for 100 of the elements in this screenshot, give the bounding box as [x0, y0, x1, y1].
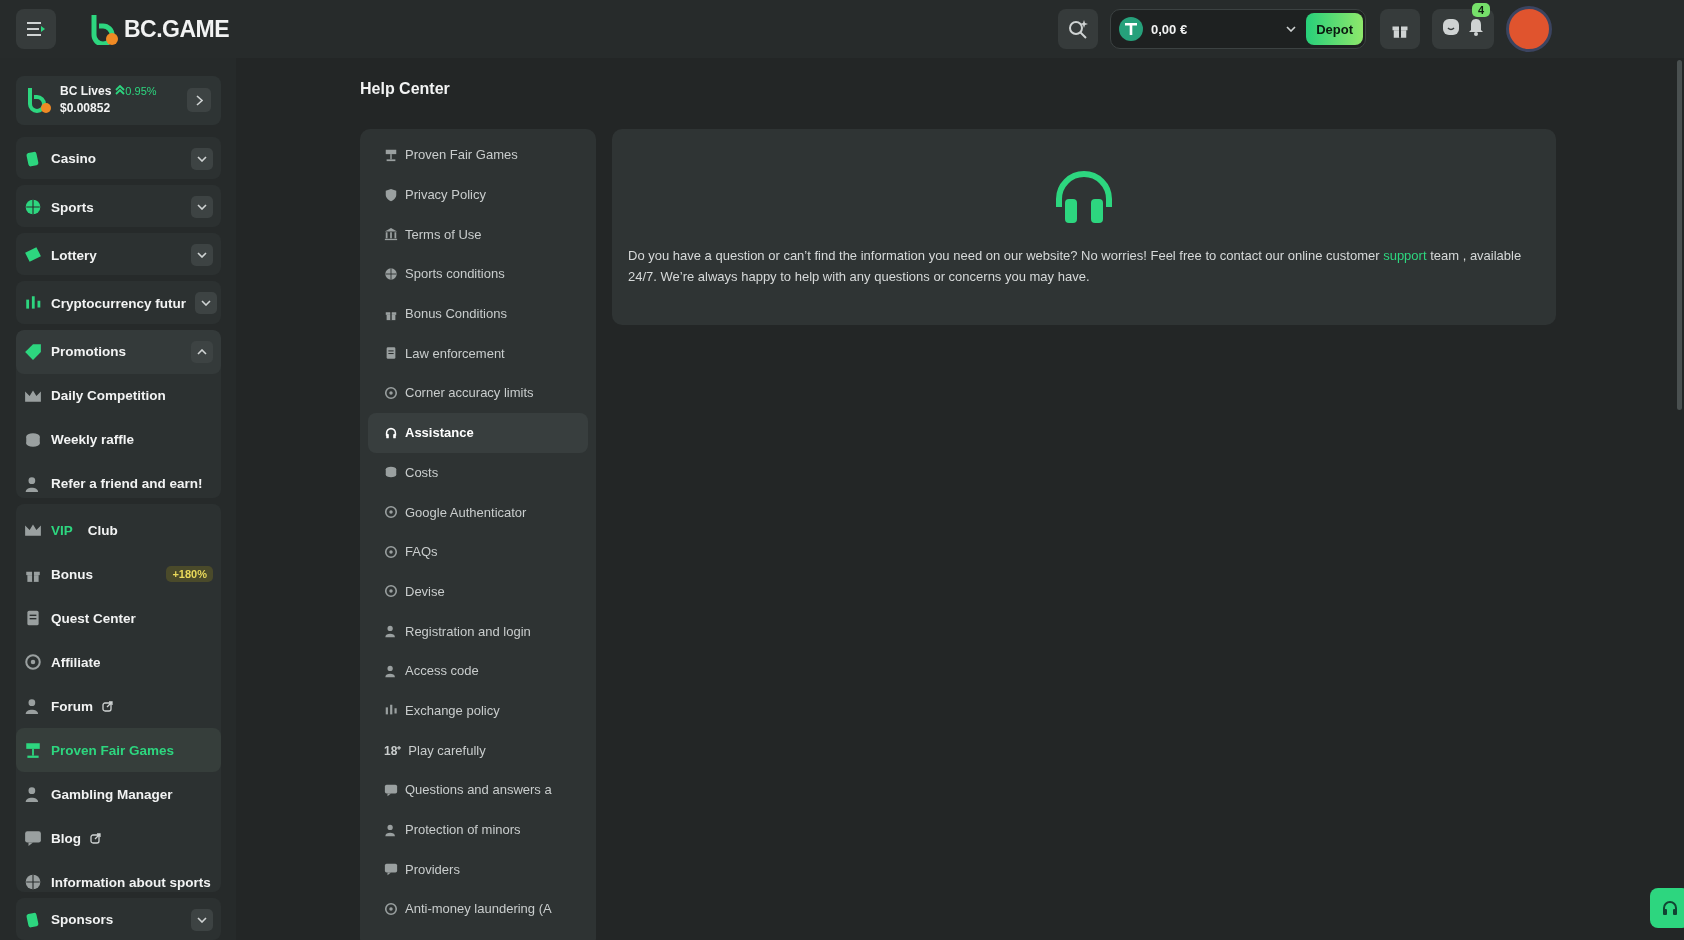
help-menu-item[interactable]: Access code	[368, 650, 588, 691]
avatar[interactable]	[1506, 6, 1552, 52]
sidebar-item[interactable]: Forum	[16, 684, 221, 729]
document-icon	[24, 609, 42, 628]
item-label: Registration and login	[405, 623, 531, 639]
item-label: Daily Competition	[51, 388, 166, 404]
help-menu-item[interactable]: Corner accuracy limits	[368, 373, 588, 413]
coin-icon	[1119, 17, 1143, 41]
sidebar-item[interactable]: Promotions	[16, 329, 221, 374]
item-label: Bonus	[51, 566, 93, 582]
coins-icon	[24, 430, 42, 449]
sidebar-item[interactable]: Affiliate	[16, 640, 221, 685]
circle-icon	[384, 901, 398, 916]
help-menu-item[interactable]: Law enforcement	[368, 333, 588, 374]
item-label: Protection of minors	[405, 822, 521, 838]
help-menu-item[interactable]: Devise	[368, 571, 588, 612]
page-title: Help Center	[360, 80, 451, 98]
chat-icon	[384, 782, 398, 797]
help-menu-item[interactable]: Assistance	[368, 412, 588, 453]
sidebar-item[interactable]: Bonus +180%	[16, 552, 221, 597]
sidebar-item[interactable]: Lottery	[16, 233, 221, 276]
support-button[interactable]	[1650, 888, 1684, 928]
search-button[interactable]	[1058, 9, 1098, 49]
help-menu-item[interactable]: Google Authenticator	[368, 492, 588, 532]
menu-icon	[27, 22, 45, 36]
ball-icon	[384, 266, 398, 281]
support-link[interactable]: support	[1383, 248, 1427, 263]
collapse-button[interactable]	[191, 340, 213, 363]
sidebar-item[interactable]: Gambling Manager	[16, 772, 221, 817]
wallet-selector[interactable]: 0,00 € Depot	[1110, 9, 1366, 49]
item-label: Weekly raffle	[51, 432, 135, 448]
item-label: Information about sports	[51, 874, 211, 890]
notification-count: 4	[1471, 3, 1490, 17]
help-menu-item[interactable]: Exchange policy	[368, 690, 588, 731]
chat-icon	[1442, 18, 1460, 36]
sidebar-item[interactable]: Sponsors	[16, 897, 221, 940]
help-menu-item[interactable]: Sports conditions	[368, 254, 588, 294]
age-label: 18⁺	[384, 742, 402, 759]
item-label: Lottery	[51, 247, 98, 263]
expand-button[interactable]	[191, 244, 213, 267]
help-menu-item[interactable]: Privacy Policy	[368, 174, 588, 215]
sidebar-item[interactable]: Blog	[16, 816, 221, 861]
up-arrow-icon	[115, 85, 126, 96]
expand-button[interactable]	[191, 908, 213, 931]
chevron-down-icon	[197, 252, 207, 259]
help-menu-item[interactable]: Proven Fair Games	[368, 135, 588, 175]
sidebar-item[interactable]: Sports	[16, 185, 221, 228]
expand-button[interactable]	[195, 292, 218, 315]
item-label: Questions and answers a	[405, 782, 552, 798]
help-menu-item[interactable]: Questions and answers a	[368, 770, 588, 810]
item-label: Anti-money laundering (A	[405, 901, 552, 917]
sidebar-item[interactable]: Proven Fair Games	[16, 728, 221, 773]
item-label: Affiliate	[51, 654, 101, 670]
help-menu-item[interactable]: Costs	[368, 452, 588, 493]
item-label: Sports conditions	[405, 266, 505, 282]
expand-button[interactable]	[191, 147, 213, 170]
help-menu-item[interactable]: Providers	[368, 849, 588, 890]
chat-icon	[384, 862, 398, 877]
chevron-up-icon	[197, 348, 207, 355]
sidebar-item[interactable]: Weekly raffle	[16, 417, 221, 462]
document-icon	[384, 346, 398, 361]
item-label: Casino	[51, 151, 97, 167]
help-menu-item[interactable]: 18⁺ Play carefully	[368, 730, 588, 770]
circle-icon	[384, 385, 398, 400]
item-label: Cryptocurrency futur	[51, 295, 187, 311]
gift-button[interactable]	[1380, 9, 1420, 49]
chevron-down-icon	[197, 155, 207, 162]
circle-icon	[384, 505, 398, 520]
sidebar-item[interactable]: Refer a friend and earn!	[16, 461, 221, 499]
item-label: Terms of Use	[405, 226, 482, 242]
help-menu-item[interactable]: Bonus Conditions	[368, 293, 588, 334]
chevron-down-icon	[201, 300, 212, 307]
tag-icon	[24, 342, 42, 361]
sidebar-item[interactable]: VIP Club	[16, 508, 221, 553]
chevron-right-icon	[195, 94, 203, 106]
sidebar-item[interactable]: Daily Competition	[16, 373, 221, 418]
help-menu-item[interactable]: Protection of minors	[368, 809, 588, 850]
item-label: Gambling Manager	[51, 786, 173, 802]
item-label: FAQs	[405, 544, 438, 560]
coins-icon	[384, 465, 398, 480]
bonus-badge: +180%	[166, 566, 213, 583]
menu-button[interactable]	[16, 9, 56, 49]
expand-button[interactable]	[187, 88, 211, 113]
help-menu-item[interactable]: FAQs	[368, 531, 588, 572]
expand-button[interactable]	[191, 196, 213, 219]
circle-icon	[24, 653, 42, 672]
deposit-button[interactable]: Depot	[1306, 13, 1363, 45]
help-menu-item[interactable]: Terms of Use	[368, 214, 588, 255]
sidebar-item[interactable]: Cryptocurrency futur	[16, 281, 221, 324]
help-menu-item[interactable]: Anti-money laundering (A	[368, 889, 588, 929]
sidebar-item[interactable]: Quest Center	[16, 596, 221, 641]
headphones-icon	[1053, 169, 1115, 225]
help-menu-item[interactable]: Registration and login	[368, 611, 588, 651]
sidebar-item[interactable]: Information about sports	[16, 860, 221, 892]
item-label: Exchange policy	[405, 702, 500, 718]
lives-card[interactable]: BC Lives 0.95% $0.00852	[16, 76, 221, 125]
item-label: Privacy Policy	[405, 187, 486, 203]
item-label: Promotions	[51, 344, 127, 360]
sidebar-item[interactable]: Casino	[16, 136, 221, 180]
building-icon	[384, 227, 398, 242]
